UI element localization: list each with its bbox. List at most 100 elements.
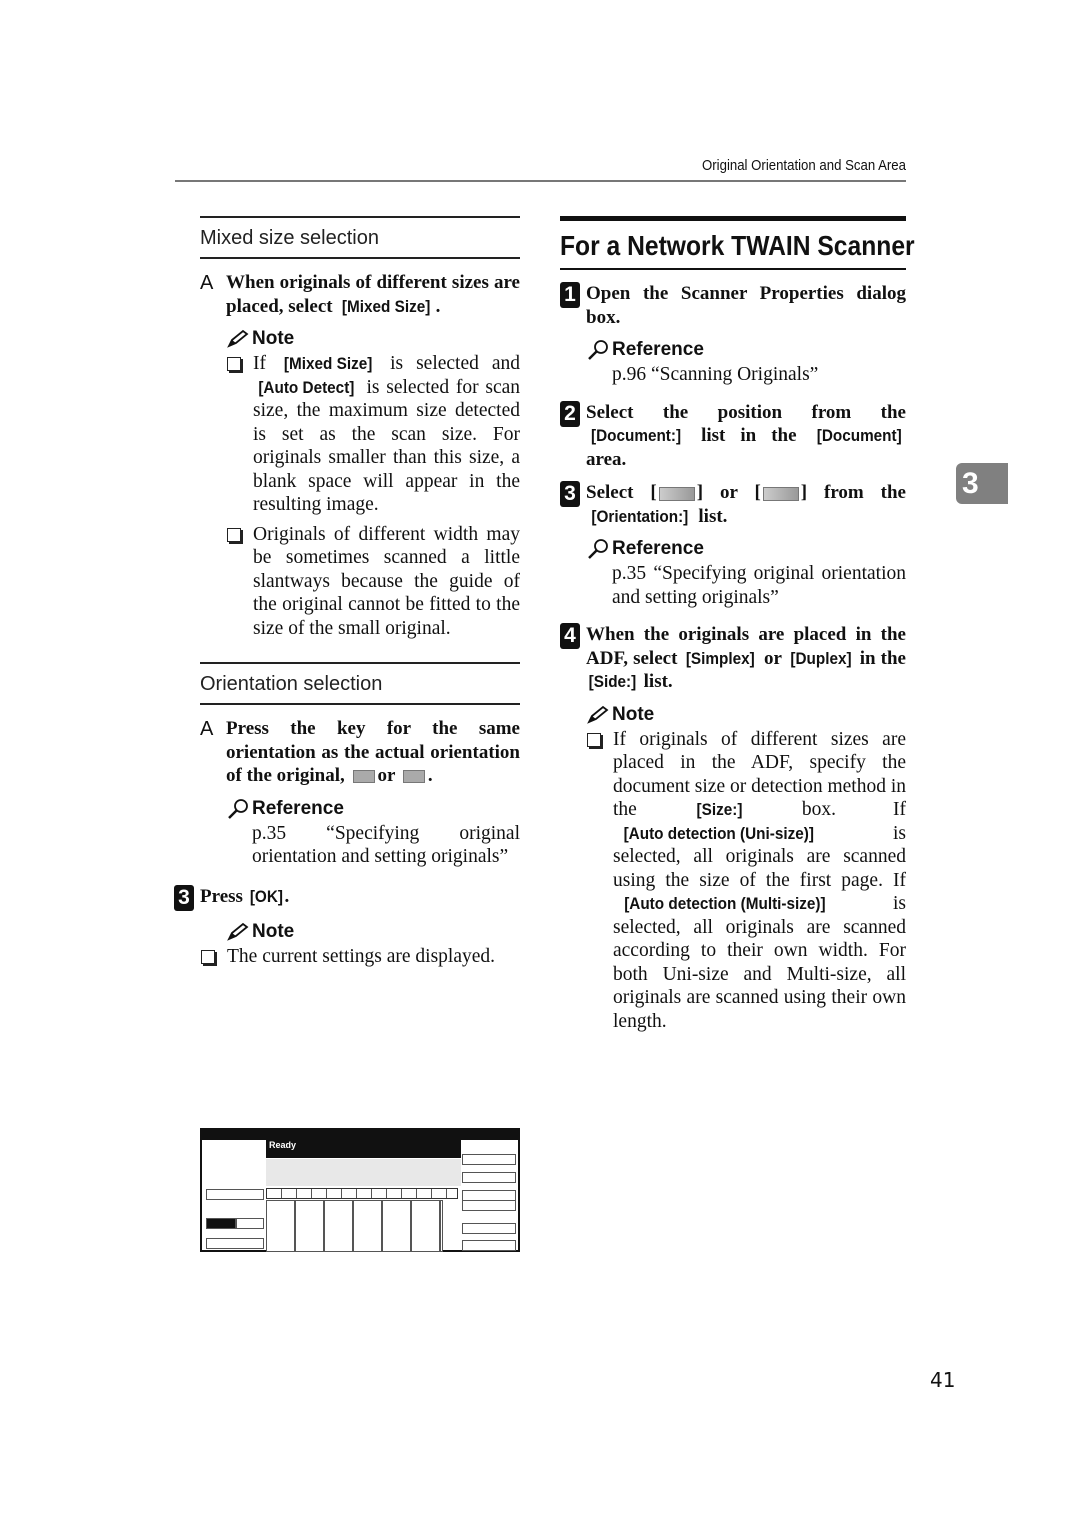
- step-press-ok: 3 Press [OK].: [174, 884, 520, 911]
- key-document-area: [Document]: [816, 426, 902, 445]
- step-text: Press: [200, 885, 248, 907]
- panel-button: [462, 1240, 516, 1251]
- step-number-badge: 3: [560, 481, 580, 507]
- panel-button: [462, 1200, 516, 1211]
- text: list.: [693, 505, 728, 527]
- step-1: 1 Open the Scanner Properties dialog box…: [560, 282, 906, 329]
- panel-button: [462, 1172, 516, 1183]
- text: ] or [: [696, 482, 761, 503]
- reference-link[interactable]: p.96 “Scanning Originals”: [612, 363, 906, 387]
- page-number: 41: [930, 1368, 956, 1392]
- bullet-box-icon: [227, 357, 241, 371]
- pencil-icon: [227, 922, 249, 941]
- or-text: or: [377, 765, 396, 786]
- note-bullet: If [Mixed Size] is selected and [Auto De…: [226, 352, 520, 517]
- running-header: Original Orientation and Scan Area: [702, 157, 906, 174]
- step-text-wrap: Select [] or [] from the [Orientation:] …: [586, 481, 906, 528]
- section-title: For a Network TWAIN Scanner: [560, 230, 915, 261]
- reference-label: Reference: [612, 538, 704, 559]
- note-callout: Note: [586, 704, 906, 726]
- note-bullet: Originals of different width may be some…: [226, 523, 520, 641]
- key-document-list: [Document:]: [591, 426, 682, 445]
- step-mixed-size: A When originals of different sizes are …: [200, 271, 520, 318]
- note-title: Note: [586, 704, 906, 726]
- key-auto-uni-size: [Auto detection (Uni-size)]: [623, 823, 814, 843]
- step-text-wrap: When the originals are placed in the ADF…: [586, 623, 906, 694]
- text: Select [: [586, 482, 657, 503]
- step-text-end: .: [435, 295, 441, 317]
- search-button: [206, 1238, 264, 1249]
- landscape-orientation-icon: [762, 486, 799, 501]
- period: .: [427, 765, 433, 786]
- right-column: For a Network TWAIN Scanner 1 Open the S…: [560, 216, 915, 1039]
- reference-title: Reference: [586, 339, 906, 361]
- magnifier-icon: [588, 340, 608, 360]
- ready-status: Ready: [266, 1140, 461, 1158]
- key-ok: [OK]: [249, 886, 283, 906]
- magnifier-icon: [228, 798, 248, 819]
- destination-button: [236, 1218, 264, 1229]
- bullet-box-icon: [587, 732, 601, 747]
- chapter-tab: 3: [956, 463, 1008, 504]
- magnifier-icon: [588, 539, 608, 559]
- portrait-orientation-icon: [658, 486, 695, 501]
- bullet-text: Originals of different width may be some…: [253, 523, 520, 639]
- note-callout: Note If [Mixed Size] is selected and [Au…: [226, 328, 520, 640]
- step-text: Open the Scanner Properties dialog box.: [586, 283, 906, 328]
- scan-settings-button: [206, 1189, 264, 1200]
- bullet-text: If [Mixed Size] is selected and [Auto De…: [253, 352, 520, 517]
- settings-panel: [204, 1140, 264, 1250]
- step-text-wrap: Press the key for the same orientation a…: [226, 717, 520, 788]
- note-title: Note: [226, 921, 520, 943]
- step-text-wrap: Press [OK].: [200, 885, 520, 909]
- right-buttons: [462, 1140, 516, 1251]
- orientation-landscape-key-icon: [402, 770, 425, 784]
- step-text-wrap: Select the position from the [Document:]…: [586, 401, 906, 472]
- text: ] from the: [800, 482, 906, 503]
- reference-title: Reference: [586, 538, 906, 560]
- text: list in the: [686, 425, 812, 446]
- bullet-box-icon: [227, 527, 241, 542]
- text: area.: [586, 448, 627, 470]
- tab-row: [266, 1188, 458, 1199]
- text: in the: [854, 647, 906, 669]
- reference-callout: Reference p.96 “Scanning Originals”: [586, 339, 906, 387]
- bullet-text: The current settings are displayed.: [227, 945, 496, 967]
- key-auto-detect: [Auto Detect]: [258, 377, 355, 397]
- destination-grid: [266, 1200, 443, 1252]
- step-marker: A: [200, 272, 214, 294]
- step-2: 2 Select the position from the [Document…: [560, 400, 906, 472]
- pencil-icon: [587, 705, 609, 724]
- note-label: Note: [252, 920, 295, 942]
- note-label: Note: [252, 328, 295, 349]
- step-number-badge: 3: [174, 884, 194, 911]
- text: Select the position from the: [586, 401, 906, 423]
- reference-link[interactable]: p.35 “Specifying original orientation an…: [612, 562, 906, 609]
- key-duplex: [Duplex]: [790, 648, 852, 668]
- pencil-icon: [227, 329, 249, 348]
- note-callout: Note: [226, 921, 520, 943]
- orientation-portrait-key-icon: [352, 770, 375, 784]
- key-auto-multi-size: [Auto detection (Multi-size)]: [624, 894, 826, 913]
- section-heading-mixed-size: Mixed size selection: [200, 216, 520, 259]
- note-title: Note: [226, 328, 520, 350]
- status-bar: [202, 1130, 518, 1140]
- bullet-text: If originals of different sizes are plac…: [613, 728, 906, 1034]
- section-title-box: For a Network TWAIN Scanner: [560, 216, 915, 270]
- step-3: 3 Select [ ] or [ ] from the [Orientation:…: [560, 481, 906, 528]
- reference-link[interactable]: p.35 “Specifying original orientation an…: [252, 822, 520, 869]
- store-key-button: [206, 1218, 236, 1229]
- text: list.: [638, 671, 673, 692]
- step-orientation: A Press the key for the same orientation…: [200, 717, 520, 788]
- reference-label: Reference: [612, 339, 704, 360]
- bullet-box-icon: [201, 949, 215, 964]
- note-bullet: The current settings are displayed.: [200, 945, 520, 969]
- note-label: Note: [612, 703, 655, 725]
- section-heading-orientation: Orientation selection: [200, 662, 520, 705]
- key-orientation-list: [Orientation:]: [591, 506, 689, 526]
- reference-callout: Reference p.35 “Specifying original orie…: [586, 538, 906, 609]
- key-size-box: [Size:]: [696, 800, 743, 819]
- text: is selected and: [377, 353, 520, 374]
- step-number-badge: 1: [560, 282, 580, 308]
- text: If: [253, 353, 279, 374]
